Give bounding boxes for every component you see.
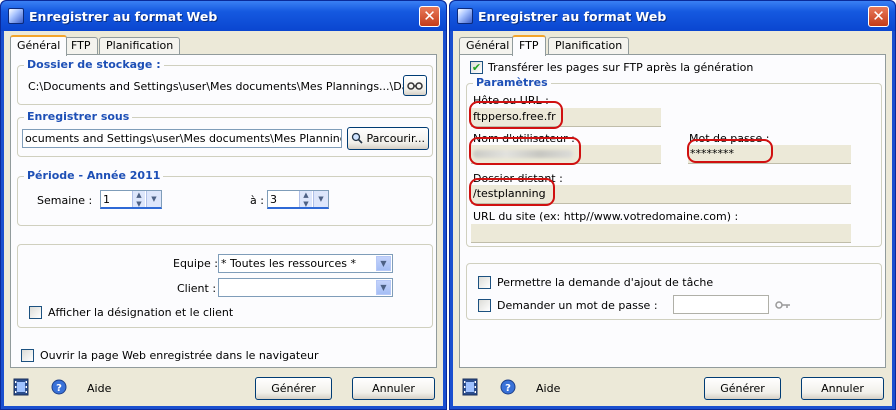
- title-bar[interactable]: Enregistrer au format Web ✕: [1, 1, 446, 31]
- user-highlight: [469, 137, 581, 165]
- week-from-dropdown[interactable]: ▼: [146, 191, 161, 207]
- client-select[interactable]: ▼: [218, 278, 393, 297]
- tab-panel-ftp: ✔ Transférer les pages sur FTP après la …: [459, 54, 886, 368]
- svg-text:?: ?: [56, 383, 62, 394]
- allow-task-checkbox[interactable]: [478, 276, 491, 289]
- browse-button[interactable]: Parcourir...: [347, 127, 429, 150]
- site-url-label: URL du site (ex: http//www.votredomaine.…: [473, 210, 739, 223]
- spin-up-icon[interactable]: ▲: [133, 191, 145, 200]
- filters-group: Equipe : * Toutes les ressources * ▼ Cli…: [17, 244, 433, 328]
- cancel-button[interactable]: Annuler: [801, 377, 884, 400]
- dialog-body: Général FTP Planification ✔ Transférer l…: [453, 31, 892, 406]
- to-label: à :: [250, 194, 264, 207]
- window-icon: [8, 8, 24, 24]
- team-label: Equipe :: [173, 257, 218, 270]
- generate-button[interactable]: Générer: [255, 377, 332, 400]
- options-group: Permettre la demande d'ajout de tâche De…: [466, 263, 882, 320]
- help-label[interactable]: Aide: [87, 382, 111, 395]
- window-title: Enregistrer au format Web: [478, 9, 667, 24]
- week-to-value: 3: [270, 193, 277, 206]
- week-to-spin[interactable]: ▲ ▼: [299, 191, 312, 207]
- tab-planification[interactable]: Planification: [548, 37, 630, 55]
- transfer-ftp-checkbox[interactable]: ✔: [470, 61, 483, 74]
- week-from-spin[interactable]: ▲ ▼: [132, 191, 145, 207]
- week-label: Semaine :: [37, 194, 93, 207]
- client-label: Client :: [177, 282, 217, 295]
- window-icon: [457, 8, 473, 24]
- password-highlight: [687, 139, 773, 163]
- dropdown-arrow-icon: ▼: [151, 195, 157, 203]
- week-to-dropdown[interactable]: ▼: [313, 191, 328, 207]
- spin-up-icon[interactable]: ▲: [300, 191, 312, 200]
- period-group: Période - Année 2011 Semaine : 1 ▲ ▼ ▼ à …: [17, 169, 433, 226]
- key-icon: [775, 301, 790, 309]
- help-label[interactable]: Aide: [536, 382, 560, 395]
- cancel-button[interactable]: Annuler: [352, 377, 435, 400]
- spin-down-icon[interactable]: ▼: [300, 200, 312, 207]
- search-icon: [351, 132, 363, 144]
- open-browser-label: Ouvrir la page Web enregistrée dans le n…: [40, 349, 319, 362]
- show-designation-label: Afficher la désignation et le client: [48, 306, 234, 319]
- params-group-title: Paramètres: [473, 76, 551, 89]
- save-as-group: Enregistrer sous ocuments and Settings\u…: [17, 110, 433, 157]
- week-to-stepper[interactable]: 3 ▲ ▼ ▼: [267, 190, 329, 209]
- team-select[interactable]: * Toutes les ressources * ▼: [218, 254, 393, 273]
- save-as-path-input[interactable]: ocuments and Settings\user\Mes documents…: [22, 129, 342, 148]
- open-browser-checkbox[interactable]: [21, 349, 34, 362]
- tab-general[interactable]: Général: [459, 37, 517, 55]
- browse-label: Parcourir...: [366, 132, 426, 145]
- week-from-stepper[interactable]: 1 ▲ ▼ ▼: [100, 190, 162, 209]
- dropdown-arrow-icon[interactable]: ▼: [376, 280, 391, 295]
- week-from-value: 1: [103, 193, 110, 206]
- dialog-ftp: Enregistrer au format Web ✕ Général FTP …: [449, 0, 896, 410]
- storage-path: C:\Documents and Settings\user\Mes docum…: [28, 80, 426, 93]
- ask-password-input[interactable]: [673, 295, 769, 314]
- tab-planification[interactable]: Planification: [99, 37, 181, 55]
- allow-task-label: Permettre la demande d'ajout de tâche: [497, 276, 714, 289]
- close-icon[interactable]: ✕: [868, 6, 889, 27]
- dialog-body: Général FTP Planification Dossier de sto…: [4, 31, 443, 406]
- show-designation-checkbox[interactable]: [29, 306, 42, 319]
- help-icon[interactable]: ?: [51, 379, 67, 395]
- tab-general[interactable]: Général: [10, 35, 68, 56]
- ftp-test-button[interactable]: [403, 75, 427, 96]
- tab-ftp[interactable]: FTP: [64, 37, 98, 55]
- window-title: Enregistrer au format Web: [29, 9, 218, 24]
- ask-password-label: Demander un mot de passe :: [497, 299, 658, 312]
- tab-ftp[interactable]: FTP: [512, 35, 546, 56]
- dropdown-arrow-icon[interactable]: ▼: [376, 256, 391, 271]
- save-as-group-title: Enregistrer sous: [24, 110, 133, 123]
- ask-password-checkbox[interactable]: [478, 299, 491, 312]
- film-icon[interactable]: [13, 378, 29, 396]
- generate-button[interactable]: Générer: [704, 377, 781, 400]
- storage-group-title: Dossier de stockage :: [24, 58, 164, 71]
- help-icon[interactable]: ?: [500, 379, 516, 395]
- ftp-test-icon: [407, 82, 423, 90]
- film-icon[interactable]: [462, 378, 478, 396]
- title-bar[interactable]: Enregistrer au format Web ✕: [450, 1, 895, 31]
- remote-folder-highlight: [469, 178, 555, 206]
- storage-group: Dossier de stockage : C:\Documents and S…: [17, 58, 433, 105]
- close-icon[interactable]: ✕: [419, 6, 440, 27]
- params-group: Paramètres Hôte ou URL : ftpperso.free.f…: [466, 76, 882, 247]
- svg-text:?: ?: [505, 383, 511, 394]
- period-group-title: Période - Année 2011: [24, 169, 164, 182]
- tab-panel-general: Dossier de stockage : C:\Documents and S…: [10, 54, 437, 368]
- transfer-ftp-label: Transférer les pages sur FTP après la gé…: [488, 61, 754, 74]
- site-url-input[interactable]: [471, 224, 851, 243]
- host-highlight: [469, 101, 563, 129]
- team-value: * Toutes les ressources *: [221, 257, 356, 270]
- dropdown-arrow-icon: ▼: [318, 195, 324, 203]
- spin-down-icon[interactable]: ▼: [133, 200, 145, 207]
- dialog-general: Enregistrer au format Web ✕ Général FTP …: [0, 0, 447, 410]
